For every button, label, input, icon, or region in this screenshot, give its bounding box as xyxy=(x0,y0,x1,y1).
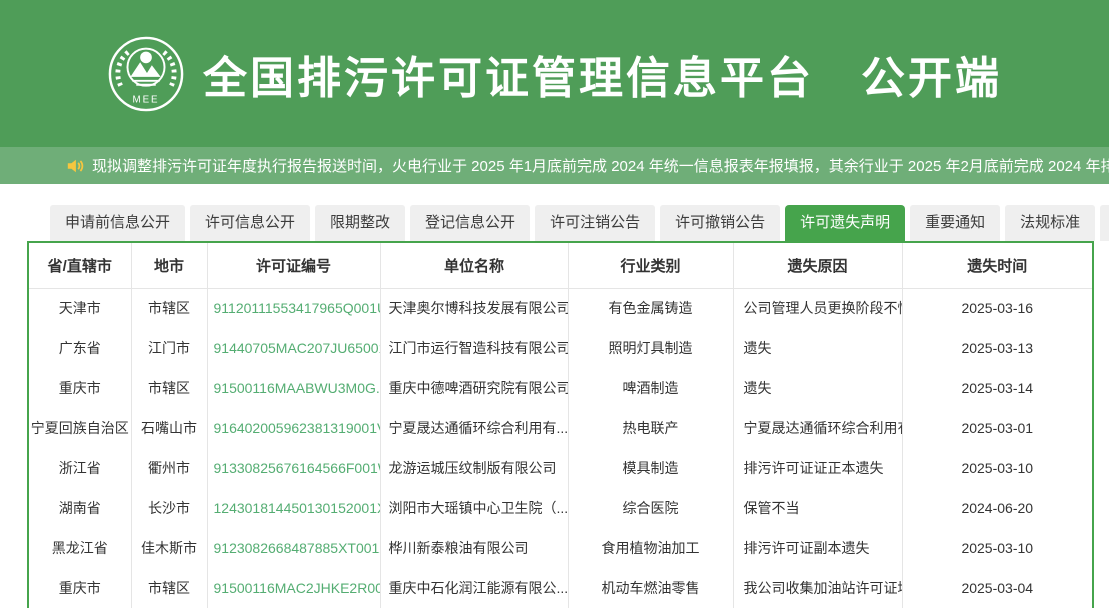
cell-loss-date: 2025-03-10 xyxy=(902,528,1092,568)
tab-cancellation-notice[interactable]: 许可注销公告 xyxy=(535,205,655,241)
cell-industry: 照明灯具制造 xyxy=(568,328,733,368)
cell-loss-reason: 宁夏晟达通循环综合利用有... xyxy=(733,408,902,448)
tab-pre-application-info[interactable]: 申请前信息公开 xyxy=(50,205,185,241)
cell-company: 重庆中德啤酒研究院有限公司 xyxy=(380,368,568,408)
cell-industry: 模具制造 xyxy=(568,448,733,488)
cell-city: 市辖区 xyxy=(131,568,207,608)
cell-company: 桦川新泰粮油有限公司 xyxy=(380,528,568,568)
header: MEE 全国排污许可证管理信息平台 公开端 xyxy=(0,0,1109,147)
cell-company: 天津奥尔博科技发展有限公司 xyxy=(380,288,568,328)
tab-bar: 申请前信息公开 许可信息公开 限期整改 登记信息公开 许可注销公告 许可撤销公告… xyxy=(0,205,1109,241)
cell-city: 江门市 xyxy=(131,328,207,368)
cell-loss-date: 2025-03-14 xyxy=(902,368,1092,408)
cell-loss-date: 2025-03-10 xyxy=(902,448,1092,488)
cell-city: 市辖区 xyxy=(131,368,207,408)
table-header-row: 省/直辖市 地市 许可证编号 单位名称 行业类别 遗失原因 遗失时间 xyxy=(29,243,1092,288)
cell-loss-reason: 排污许可证证正本遗失 xyxy=(733,448,902,488)
column-header-company: 单位名称 xyxy=(380,243,568,288)
loss-declaration-table: 省/直辖市 地市 许可证编号 单位名称 行业类别 遗失原因 遗失时间 天津市 市… xyxy=(29,243,1092,608)
cell-loss-reason: 遗失 xyxy=(733,328,902,368)
cell-permit-no-link[interactable]: 91120111553417965Q001U xyxy=(207,288,380,328)
cell-permit-no-link[interactable]: 124301814450130152001X xyxy=(207,488,380,528)
cell-city: 石嘴山市 xyxy=(131,408,207,448)
cell-industry: 食用植物油加工 xyxy=(568,528,733,568)
cell-province: 黑龙江省 xyxy=(29,528,131,568)
cell-permit-no-link[interactable]: 91330825676164566F001W xyxy=(207,448,380,488)
cell-loss-date: 2024-06-20 xyxy=(902,488,1092,528)
tab-regulations[interactable]: 法规标准 xyxy=(1005,205,1095,241)
tab-permit-info[interactable]: 许可信息公开 xyxy=(190,205,310,241)
cell-permit-no-link[interactable]: 91500116MAABWU3M0G... xyxy=(207,368,380,408)
cell-company: 龙游运城压纹制版有限公司 xyxy=(380,448,568,488)
tab-important-notice[interactable]: 重要通知 xyxy=(910,205,1000,241)
announcement-bar: 现拟调整排污许可证年度执行报告报送时间，火电行业于 2025 年1月底前完成 2… xyxy=(0,147,1109,184)
cell-loss-date: 2025-03-04 xyxy=(902,568,1092,608)
column-header-loss-reason: 遗失原因 xyxy=(733,243,902,288)
mee-logo-icon: MEE xyxy=(107,35,185,113)
cell-province: 重庆市 xyxy=(29,568,131,608)
cell-province: 宁夏回族自治区 xyxy=(29,408,131,448)
cell-company: 浏阳市大瑶镇中心卫生院（... xyxy=(380,488,568,528)
cell-loss-date: 2025-03-16 xyxy=(902,288,1092,328)
tab-loss-declaration[interactable]: 许可遗失声明 xyxy=(785,205,905,241)
table-row: 湖南省 长沙市 124301814450130152001X 浏阳市大瑶镇中心卫… xyxy=(29,488,1092,528)
loss-declaration-panel: 省/直辖市 地市 许可证编号 单位名称 行业类别 遗失原因 遗失时间 天津市 市… xyxy=(27,241,1094,608)
cell-industry: 啤酒制造 xyxy=(568,368,733,408)
table-row: 天津市 市辖区 91120111553417965Q001U 天津奥尔博科技发展… xyxy=(29,288,1092,328)
cell-province: 浙江省 xyxy=(29,448,131,488)
table-row: 宁夏回族自治区 石嘴山市 916402005962381319001V 宁夏晟达… xyxy=(29,408,1092,448)
cell-company: 江门市运行智造科技有限公司 xyxy=(380,328,568,368)
page-title: 全国排污许可证管理信息平台 公开端 xyxy=(203,42,1002,106)
table-row: 重庆市 市辖区 91500116MAC2JHKE2R00... 重庆中石化润江能… xyxy=(29,568,1092,608)
cell-loss-reason: 公司管理人员更换阶段不慎... xyxy=(733,288,902,328)
announcement-text[interactable]: 现拟调整排污许可证年度执行报告报送时间，火电行业于 2025 年1月底前完成 2… xyxy=(92,155,1109,176)
speaker-icon xyxy=(66,157,84,175)
cell-industry: 热电联产 xyxy=(568,408,733,448)
cell-province: 天津市 xyxy=(29,288,131,328)
cell-loss-reason: 排污许可证副本遗失 xyxy=(733,528,902,568)
svg-text:MEE: MEE xyxy=(133,94,160,105)
tab-online-application[interactable]: 网上申报 xyxy=(1100,205,1109,241)
tab-rectification[interactable]: 限期整改 xyxy=(315,205,405,241)
cell-loss-reason: 我公司收集加油站许可证填... xyxy=(733,568,902,608)
column-header-industry: 行业类别 xyxy=(568,243,733,288)
cell-province: 广东省 xyxy=(29,328,131,368)
cell-loss-reason: 遗失 xyxy=(733,368,902,408)
cell-city: 长沙市 xyxy=(131,488,207,528)
column-header-permit-no: 许可证编号 xyxy=(207,243,380,288)
table-row: 浙江省 衢州市 91330825676164566F001W 龙游运城压纹制版有… xyxy=(29,448,1092,488)
cell-loss-date: 2025-03-01 xyxy=(902,408,1092,448)
cell-industry: 机动车燃油零售 xyxy=(568,568,733,608)
cell-company: 重庆中石化润江能源有限公... xyxy=(380,568,568,608)
cell-city: 佳木斯市 xyxy=(131,528,207,568)
tab-revocation-notice[interactable]: 许可撤销公告 xyxy=(660,205,780,241)
table-row: 广东省 江门市 91440705MAC207JU65001U 江门市运行智造科技… xyxy=(29,328,1092,368)
cell-industry: 综合医院 xyxy=(568,488,733,528)
tab-registration-info[interactable]: 登记信息公开 xyxy=(410,205,530,241)
cell-permit-no-link[interactable]: 916402005962381319001V xyxy=(207,408,380,448)
cell-permit-no-link[interactable]: 91500116MAC2JHKE2R00... xyxy=(207,568,380,608)
cell-industry: 有色金属铸造 xyxy=(568,288,733,328)
column-header-province: 省/直辖市 xyxy=(29,243,131,288)
cell-city: 市辖区 xyxy=(131,288,207,328)
cell-province: 重庆市 xyxy=(29,368,131,408)
cell-city: 衢州市 xyxy=(131,448,207,488)
table-row: 黑龙江省 佳木斯市 9123082668487885XT001X 桦川新泰粮油有… xyxy=(29,528,1092,568)
cell-permit-no-link[interactable]: 9123082668487885XT001X xyxy=(207,528,380,568)
cell-permit-no-link[interactable]: 91440705MAC207JU65001U xyxy=(207,328,380,368)
cell-province: 湖南省 xyxy=(29,488,131,528)
cell-loss-date: 2025-03-13 xyxy=(902,328,1092,368)
column-header-city: 地市 xyxy=(131,243,207,288)
cell-company: 宁夏晟达通循环综合利用有... xyxy=(380,408,568,448)
column-header-loss-date: 遗失时间 xyxy=(902,243,1092,288)
table-row: 重庆市 市辖区 91500116MAABWU3M0G... 重庆中德啤酒研究院有… xyxy=(29,368,1092,408)
cell-loss-reason: 保管不当 xyxy=(733,488,902,528)
